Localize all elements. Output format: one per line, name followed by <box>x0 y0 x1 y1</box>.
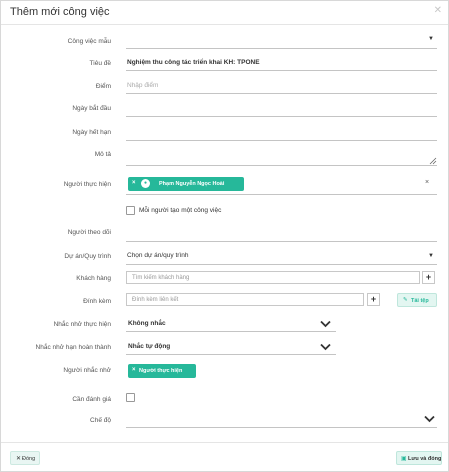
resize-handle-icon[interactable] <box>429 157 437 165</box>
template-select[interactable]: ▼ <box>126 31 437 49</box>
customer-label: Khách hàng <box>76 275 111 282</box>
project-label: Dự án/Quy trình <box>64 253 111 260</box>
assignee-label: Người thực hiện <box>63 181 111 188</box>
remind-exec-value: Không nhắc <box>128 320 166 327</box>
assignee-underline <box>126 194 437 195</box>
project-select[interactable]: Chọn dự án/quy trình ▼ <box>126 249 437 263</box>
attachment-label: Đính kèm <box>83 298 111 305</box>
reminded-person-chip-label: Người thực hiện <box>139 368 183 374</box>
upload-file-label: Tải tệp <box>411 298 429 304</box>
follower-underline <box>126 241 437 242</box>
title-input[interactable]: Nghiệm thu công tác triển khai KH: TPONE <box>127 59 260 66</box>
description-textarea[interactable] <box>127 149 438 165</box>
chevron-down-icon <box>424 415 435 423</box>
remind-exec-select[interactable]: Không nhắc <box>126 316 336 330</box>
close-icon: ✕ <box>16 456 22 462</box>
template-label: Công việc mẫu <box>67 38 111 45</box>
score-label: Điểm <box>95 83 111 90</box>
save-and-close-button[interactable]: ▣ Lưu và đóng <box>396 451 442 465</box>
add-link-button[interactable]: + <box>367 293 380 306</box>
chevron-down-icon <box>320 343 331 351</box>
follower-input[interactable] <box>127 229 438 239</box>
per-person-checkbox[interactable] <box>126 206 135 215</box>
paperclip-icon: ✎ <box>403 297 408 303</box>
need-review-checkbox[interactable] <box>126 393 135 402</box>
end-date-underline <box>126 140 437 141</box>
reminded-person-chip[interactable]: × Người thực hiện <box>128 364 196 378</box>
modal-header: Thêm mới công việc ✕ <box>1 1 448 25</box>
project-underline <box>126 264 437 265</box>
end-date-input[interactable] <box>127 129 438 139</box>
mode-label: Chế độ <box>90 417 111 424</box>
title-label: Tiêu đề <box>89 60 111 67</box>
add-customer-button[interactable]: + <box>422 271 435 284</box>
caret-down-icon: ▼ <box>428 253 434 259</box>
save-button-label: Lưu và đóng <box>408 456 442 462</box>
modal-title: Thêm mới công việc <box>10 6 110 18</box>
title-underline <box>126 70 437 71</box>
customer-search-placeholder: Tìm kiếm khách hàng <box>132 275 190 281</box>
start-date-input[interactable] <box>127 105 438 115</box>
description-label: Mô tả <box>94 151 111 158</box>
close-icon[interactable]: × <box>132 180 136 186</box>
mode-select[interactable] <box>126 412 437 426</box>
close-icon[interactable]: × <box>132 367 136 373</box>
description-underline <box>126 165 437 166</box>
follower-label: Người theo dõi <box>67 229 111 236</box>
assignee-chip[interactable]: × ● Phạm Nguyễn Ngọc Hoài <box>128 177 244 191</box>
remind-exec-underline <box>126 331 336 332</box>
remind-deadline-underline <box>126 354 336 355</box>
close-button-label: Đóng <box>22 456 36 462</box>
avatar: ● <box>141 179 150 188</box>
add-task-modal: Thêm mới công việc ✕ Công việc mẫu ▼ Tiê… <box>0 0 449 472</box>
score-input[interactable]: Nhập điểm <box>127 82 158 89</box>
attachment-placeholder: Đính kèm liên kết <box>132 297 179 303</box>
footer-divider <box>1 442 448 443</box>
remind-exec-label: Nhắc nhở thực hiện <box>53 321 111 328</box>
project-value: Chọn dự án/quy trình <box>127 252 189 259</box>
mode-underline <box>126 427 437 428</box>
start-date-label: Ngày bắt đầu <box>72 105 111 112</box>
chevron-down-icon <box>320 320 331 328</box>
per-person-label: Mỗi người tạo một công việc <box>139 207 222 214</box>
remind-deadline-label: Nhắc nhở hạn hoàn thành <box>35 344 111 351</box>
upload-file-button[interactable]: ✎ Tải tệp <box>397 293 437 307</box>
remind-deadline-select[interactable]: Nhắc tự động <box>126 339 336 353</box>
end-date-label: Ngày hết hạn <box>72 129 111 136</box>
close-icon[interactable]: ✕ <box>434 5 442 16</box>
close-button[interactable]: ✕ Đóng <box>10 451 40 465</box>
attachment-link-input[interactable]: Đính kèm liên kết <box>126 293 364 306</box>
score-underline <box>126 93 437 94</box>
start-date-underline <box>126 116 437 117</box>
assignee-chip-label: Phạm Nguyễn Ngọc Hoài <box>159 181 225 187</box>
remind-deadline-value: Nhắc tự động <box>128 343 171 350</box>
reminded-person-label: Người nhắc nhở <box>63 367 111 374</box>
caret-down-icon: ▼ <box>428 36 434 42</box>
clear-assignee-icon[interactable]: × <box>425 179 429 186</box>
template-underline <box>126 48 437 49</box>
need-review-label: Cần đánh giá <box>72 396 111 403</box>
customer-search-input[interactable]: Tìm kiếm khách hàng <box>126 271 420 284</box>
save-icon: ▣ <box>401 456 407 462</box>
